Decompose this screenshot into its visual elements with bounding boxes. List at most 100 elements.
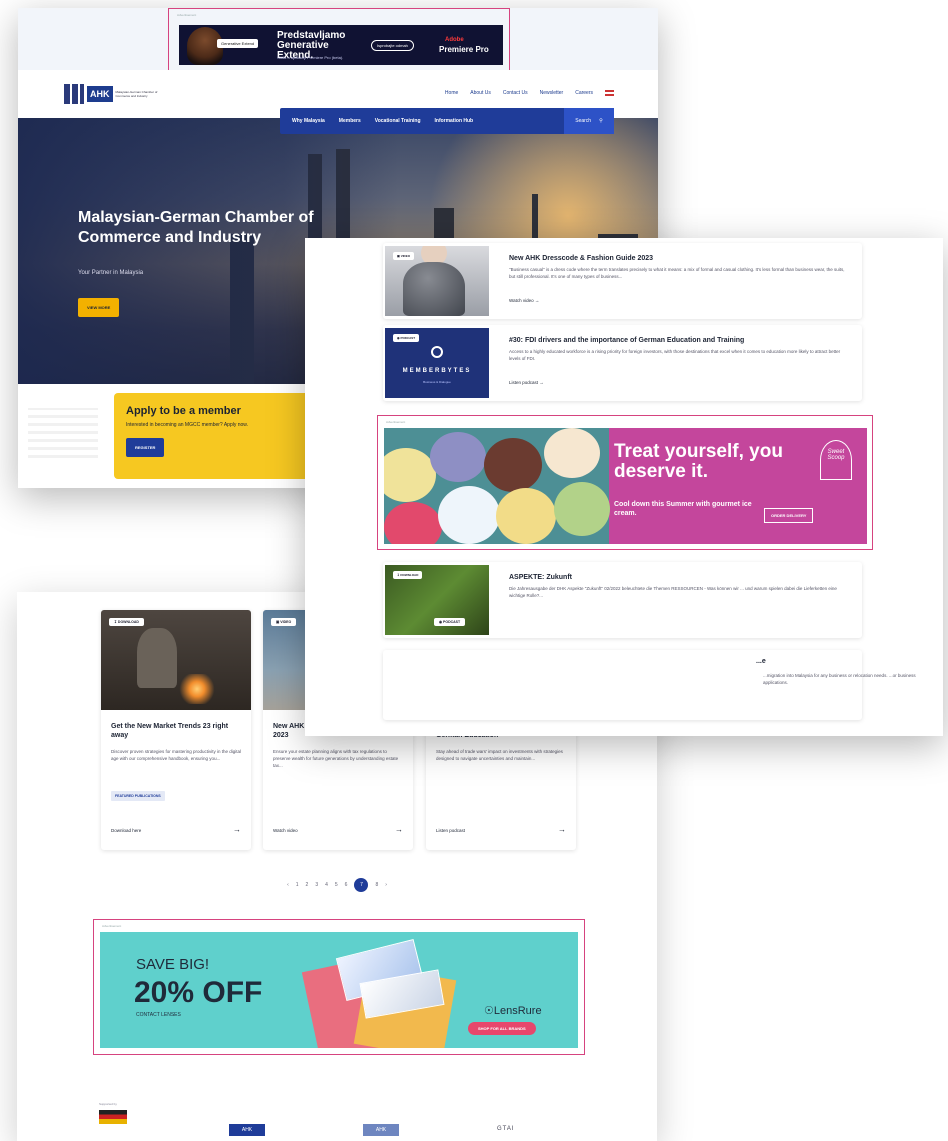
- member-text: Interested in becoming an MGCC member? A…: [126, 422, 249, 428]
- memberbytes-subtitle: Business & Dialogue: [423, 380, 451, 384]
- ad-label: Advertisement: [177, 13, 197, 17]
- ad-product: Premiere Pro: [439, 45, 489, 54]
- pager-page[interactable]: 4: [325, 882, 328, 888]
- nav-vocational-training[interactable]: Vocational Training: [375, 118, 421, 124]
- topnav-about[interactable]: About Us: [470, 90, 491, 96]
- topnav-home[interactable]: Home: [445, 90, 458, 96]
- hero-title: Malaysian-German Chamber of Commerce and…: [78, 209, 314, 246]
- card-description: Access to a highly educated workforce is…: [509, 349, 841, 361]
- card-description: "Business casual" is a dress code where …: [509, 267, 845, 279]
- partner-logo[interactable]: AHK: [229, 1124, 265, 1136]
- lens-brand-logo: ☉LensRure: [484, 1005, 542, 1017]
- arrow-right-icon[interactable]: →: [395, 825, 403, 834]
- sparks: [177, 674, 217, 704]
- nav-members[interactable]: Members: [339, 118, 361, 124]
- icecream-ad[interactable]: Treat yourself, you deserve it. Cool dow…: [384, 428, 867, 544]
- ad-label: Advertisement: [102, 924, 122, 928]
- topnav-contact[interactable]: Contact Us: [503, 90, 528, 96]
- arrow-right-icon[interactable]: →: [233, 825, 241, 834]
- german-ministry-logo: [99, 1110, 127, 1124]
- video-icon: ▣: [397, 254, 400, 258]
- card-title[interactable]: #30: FDI drivers and the importance of G…: [509, 337, 744, 344]
- card-description: Ensure your estate planning aligns with …: [273, 749, 399, 768]
- pager-page[interactable]: 8: [375, 882, 378, 888]
- top-nav: Home About Us Contact Us Newsletter Care…: [445, 90, 614, 96]
- card-tag: ↧ DOWNLOAD: [393, 571, 423, 579]
- scoop: [484, 438, 542, 492]
- ad-headline: Treat yourself, you deserve it.: [614, 441, 783, 482]
- scoop: [544, 428, 600, 478]
- list-card[interactable]: ↧ DOWNLOAD ASPEKTE: Zukunft Die Jahresau…: [383, 562, 862, 638]
- card-link[interactable]: Watch video: [273, 828, 298, 833]
- nav-why-malaysia[interactable]: Why Malaysia: [292, 118, 325, 124]
- ad-chip: Generative Extend: [217, 39, 259, 48]
- hero-subtitle: Your Partner in Malaysia: [78, 270, 144, 276]
- view-more-button[interactable]: VIEW MORE: [78, 298, 120, 317]
- scoop: [554, 482, 610, 536]
- scarf-image: [403, 262, 465, 316]
- grid-card[interactable]: ↧ DOWNLOAD Get the New Market Trends 23 …: [101, 610, 251, 850]
- card-link[interactable]: Listen podcast →: [509, 380, 544, 385]
- card-link[interactable]: Watch video →: [509, 298, 539, 303]
- premiere-pro-ad[interactable]: Generative Extend Predstavljamo Generati…: [179, 25, 503, 65]
- ad-highlight-frame: Advertisement Generative Extend Predstav…: [168, 8, 510, 71]
- list-card[interactable]: ▣ VIDEO New AHK Dresscode & Fashion Guid…: [383, 243, 862, 319]
- register-button[interactable]: REGISTER: [126, 438, 165, 457]
- card-image: ↧ DOWNLOAD: [101, 610, 251, 710]
- pager-page[interactable]: 5: [335, 882, 338, 888]
- card-title[interactable]: Get the New Market Trends 23 right away: [111, 722, 243, 740]
- adobe-logo: Adobe: [445, 37, 464, 43]
- list-card[interactable]: MEMBERBYTES Business & Dialogue ◉ PODCAS…: [383, 325, 862, 401]
- search-label: Search: [575, 118, 592, 124]
- pager-prev[interactable]: ‹: [287, 882, 289, 888]
- topnav-newsletter[interactable]: Newsletter: [540, 90, 564, 96]
- nav-information-hub[interactable]: Information Hub: [435, 118, 474, 124]
- card-thumbnail: ▣ VIDEO: [385, 246, 489, 316]
- partner-logo[interactable]: AHK: [363, 1124, 399, 1136]
- card-badge[interactable]: FEATURED PUBLICATIONS: [111, 791, 165, 801]
- ad-cta-button[interactable]: Isprobajte odmah: [371, 40, 414, 51]
- site-logo[interactable]: AHK Malaysian-German Chamber of Commerce…: [64, 84, 164, 104]
- card-title[interactable]: ASPEKTE: Zukunft: [509, 574, 572, 581]
- lens-ad[interactable]: SAVE BIG! 20% OFF CONTACT LENSES ☉LensRu…: [100, 932, 578, 1048]
- card-link[interactable]: Listen podcast: [436, 828, 465, 833]
- pagination: ‹ 1 2 3 4 5 6 7 8 ›: [17, 878, 657, 892]
- pager-page[interactable]: 2: [306, 882, 309, 888]
- download-icon: ↧: [114, 620, 117, 624]
- ad-highlight-frame: Advertisement Treat yourself, you deserv…: [377, 415, 873, 550]
- supporter-logos: Supported by AHK AHK GTAI: [17, 1102, 657, 1141]
- language-flag-icon[interactable]: [605, 90, 614, 96]
- icecream-cone-logo: Sweet Scoop: [820, 440, 852, 480]
- pager-current[interactable]: 7: [354, 878, 369, 892]
- supported-by-label: Supported by: [99, 1102, 117, 1106]
- logo-abbr: AHK: [87, 86, 113, 102]
- card-title[interactable]: New AHK Dresscode & Fashion Guide 2023: [509, 255, 653, 262]
- topnav-careers[interactable]: Careers: [575, 90, 593, 96]
- pager-page[interactable]: 3: [315, 882, 318, 888]
- background-pattern: [28, 408, 98, 458]
- card-title[interactable]: ...e: [756, 658, 766, 665]
- card-description: Stay ahead of trade wars' impact on inve…: [436, 749, 563, 761]
- search-button[interactable]: Search ⚲: [564, 108, 614, 134]
- scoop: [430, 432, 486, 482]
- ad-body: Cool down this Summer with gourmet ice c…: [614, 501, 752, 517]
- scoop: [384, 502, 442, 544]
- pager-next[interactable]: ›: [385, 882, 387, 888]
- arrow-right-icon[interactable]: →: [558, 825, 566, 834]
- scoop: [384, 448, 436, 502]
- pager-page[interactable]: 1: [296, 882, 299, 888]
- ad-subline: CONTACT LENSES: [136, 1012, 181, 1018]
- shop-button[interactable]: SHOP FOR ALL BRANDS: [468, 1022, 536, 1035]
- order-delivery-button[interactable]: ORDER DELIVERY: [764, 508, 814, 523]
- pager-page[interactable]: 6: [345, 882, 348, 888]
- scoop: [496, 488, 556, 544]
- scoop: [438, 486, 500, 544]
- memberbytes-title: MEMBERBYTES: [402, 368, 472, 374]
- ad-subtitle: Sada u aplikaciji Premiere Pro (beta).: [277, 55, 344, 60]
- card-link[interactable]: Download here: [111, 828, 141, 833]
- information-hub-screenshot: ▣ VIDEO New AHK Dresscode & Fashion Guid…: [305, 238, 943, 736]
- card-tag: ↧ DOWNLOAD: [109, 618, 144, 626]
- list-card[interactable]: ...e ...migration into Malaysia for any …: [383, 650, 916, 720]
- partner-logo[interactable]: GTAI: [497, 1126, 537, 1136]
- card-tag: ◉ PODCAST: [434, 618, 466, 626]
